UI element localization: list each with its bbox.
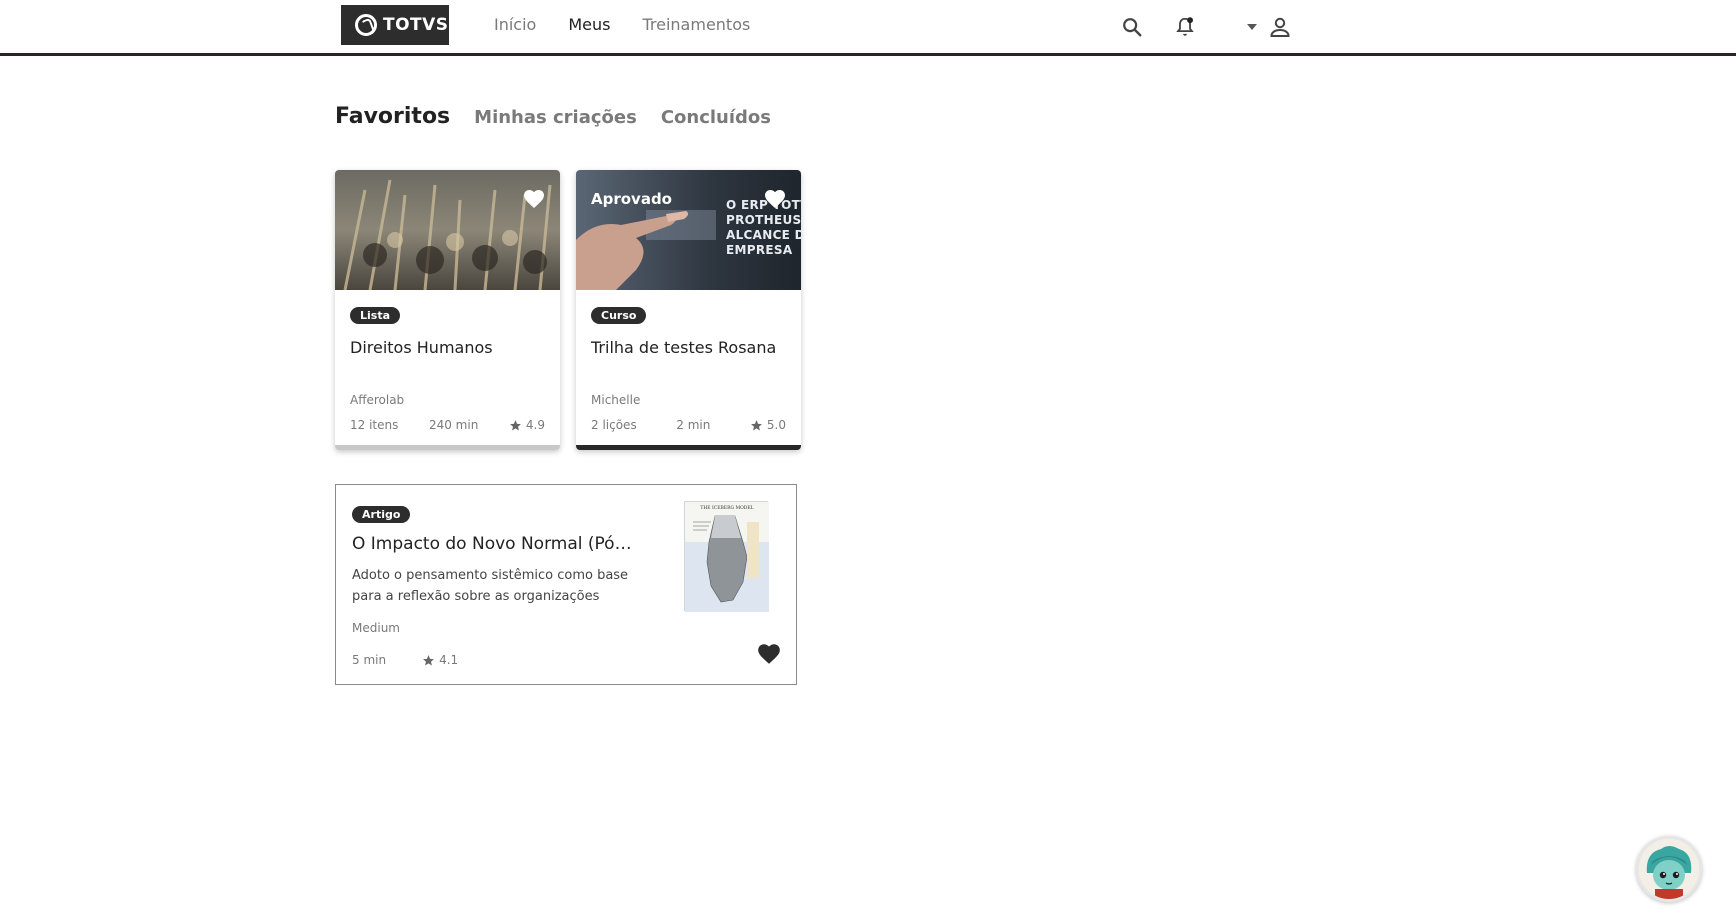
rating: 5.0 xyxy=(750,418,786,432)
type-badge: Lista xyxy=(350,307,401,324)
nav-item-inicio[interactable]: Início xyxy=(494,15,536,34)
totvs-logo-icon xyxy=(355,14,377,36)
article-card[interactable]: Artigo O Impacto do Novo Normal (Pós... … xyxy=(335,484,797,685)
course-card-direitos-humanos[interactable]: Lista Direitos Humanos Afferolab 12 iten… xyxy=(335,170,560,450)
tab-favoritos[interactable]: Favoritos xyxy=(335,104,450,129)
favorite-heart-icon[interactable] xyxy=(763,187,787,211)
bell-icon[interactable] xyxy=(1172,14,1198,40)
rating-value: 4.9 xyxy=(525,418,545,432)
type-badge: Artigo xyxy=(352,506,411,523)
progress-bar xyxy=(335,445,560,450)
assistant-avatar-button[interactable] xyxy=(1636,836,1702,902)
card-meta: 12 itens 240 min 4.9 xyxy=(350,418,545,432)
article-author: Medium xyxy=(352,621,400,635)
tab-minhas-criacoes[interactable]: Minhas criações xyxy=(474,107,637,128)
card-title: Trilha de testes Rosana xyxy=(591,338,777,357)
type-badge: Curso xyxy=(591,307,647,324)
rating-value: 5.0 xyxy=(766,418,786,432)
logo-text: TOTVS xyxy=(383,15,449,35)
item-count: 12 itens xyxy=(350,418,399,432)
nav-item-treinamentos[interactable]: Treinamentos xyxy=(642,15,750,34)
duration: 5 min xyxy=(352,653,387,667)
article-thumbnail: THE ICEBERG MODEL xyxy=(684,501,769,612)
card-meta: 2 lições 2 min 5.0 xyxy=(591,418,786,432)
chevron-down-icon[interactable] xyxy=(1239,14,1265,40)
star-icon xyxy=(509,419,521,430)
article-title: O Impacto do Novo Normal (Pós... xyxy=(352,534,637,554)
user-icon[interactable] xyxy=(1267,14,1293,40)
favorite-heart-icon[interactable] xyxy=(522,187,546,211)
star-icon xyxy=(750,419,762,430)
card-author: Michelle xyxy=(591,393,641,407)
card-author: Afferolab xyxy=(350,393,405,407)
card-title: Direitos Humanos xyxy=(350,338,493,357)
top-navigation-bar: TOTVS Início Meus Treinamentos xyxy=(0,0,1736,56)
lesson-count: 2 lições xyxy=(591,418,637,432)
progress-bar xyxy=(576,445,801,450)
approved-label: Aprovado xyxy=(591,190,672,208)
star-icon xyxy=(423,654,434,665)
totvs-logo[interactable]: TOTVS xyxy=(341,5,449,45)
article-meta: 5 min 4.1 xyxy=(352,653,458,667)
rating-value: 4.1 xyxy=(439,653,459,667)
duration: 2 min xyxy=(676,418,711,432)
rating: 4.9 xyxy=(509,418,545,432)
thumbnail-caption: THE ICEBERG MODEL xyxy=(700,505,753,511)
article-description: Adoto o pensamento sistêmico como base p… xyxy=(352,568,629,604)
duration: 240 min xyxy=(428,418,479,432)
main-nav: Início Meus Treinamentos xyxy=(494,15,750,34)
rating: 4.1 xyxy=(422,653,458,667)
content-tabs: Favoritos Minhas criações Concluídos xyxy=(335,104,771,129)
course-card-trilha-de-testes[interactable]: O ERP TOTV PROTHEUS ALCANCE D EMPRESA Ap… xyxy=(576,170,801,450)
nav-item-meus[interactable]: Meus xyxy=(568,15,610,34)
tab-concluidos[interactable]: Concluídos xyxy=(661,107,771,128)
favorite-heart-icon[interactable] xyxy=(756,641,782,667)
search-icon[interactable] xyxy=(1119,14,1145,40)
